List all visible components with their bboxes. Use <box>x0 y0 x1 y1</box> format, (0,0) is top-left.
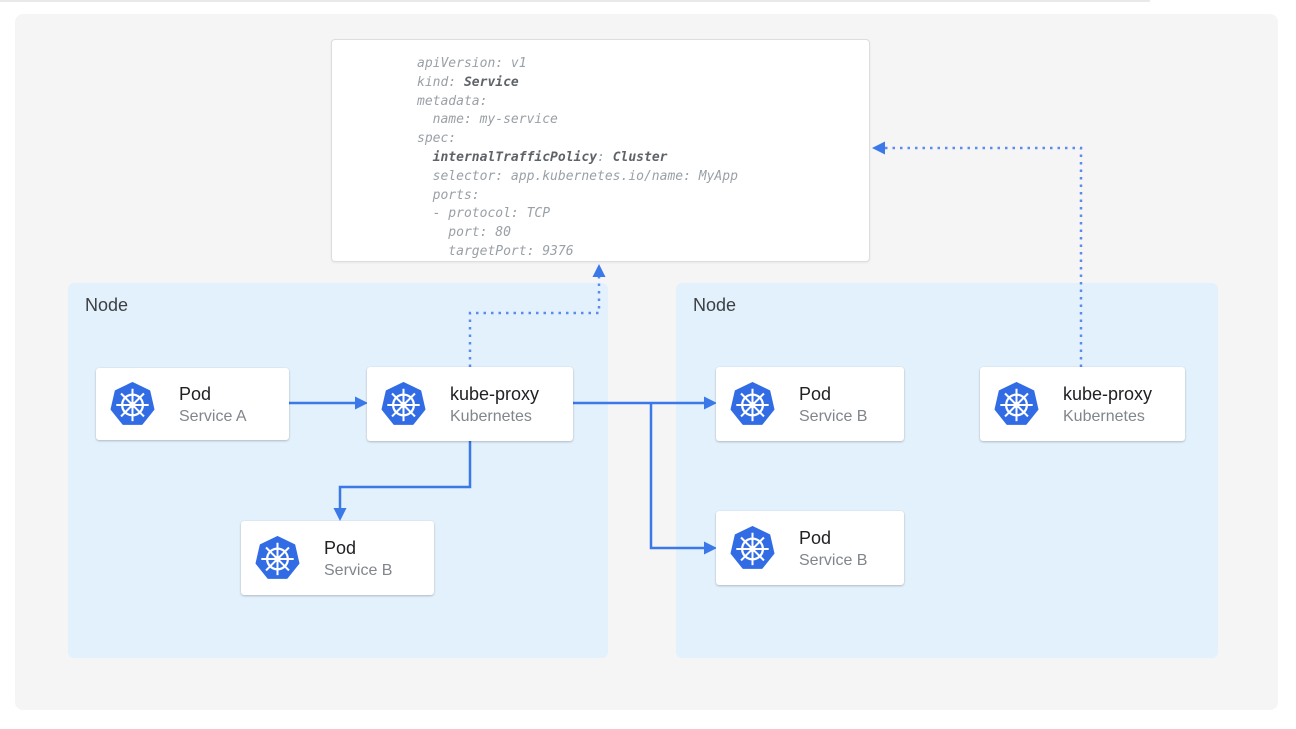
pod-service-a-card: Pod Service A <box>96 368 289 440</box>
pod-service-b-right-bottom-card: Pod Service B <box>716 511 904 585</box>
kube-proxy-right-card: kube-proxy Kubernetes <box>980 367 1185 441</box>
card-subtitle: Service A <box>179 406 247 427</box>
card-title: kube-proxy <box>450 382 539 406</box>
node-left: Node <box>68 283 608 658</box>
yaml-line: metadata: <box>417 93 869 112</box>
card-subtitle: Kubernetes <box>450 406 539 427</box>
card-title: kube-proxy <box>1063 382 1152 406</box>
yaml-line: spec: <box>417 130 869 149</box>
yaml-line: apiVersion: v1 <box>417 55 869 74</box>
card-title: Pod <box>799 526 867 550</box>
kubernetes-icon <box>255 536 300 581</box>
top-divider <box>0 0 1150 2</box>
pod-service-b-right-top-card: Pod Service B <box>716 367 904 441</box>
card-title: Pod <box>799 382 867 406</box>
card-subtitle: Service B <box>324 560 392 581</box>
node-left-label: Node <box>85 295 128 316</box>
card-subtitle: Service B <box>799 406 867 427</box>
card-subtitle: Service B <box>799 550 867 571</box>
kubernetes-icon <box>994 382 1039 427</box>
card-title: Pod <box>324 536 392 560</box>
diagram-canvas: Node Node apiVersion: v1 kind: Service m… <box>0 0 1296 729</box>
yaml-line: - protocol: TCP <box>417 205 869 224</box>
yaml-line: name: my-service <box>417 111 869 130</box>
yaml-line: targetPort: 9376 <box>417 243 869 262</box>
node-right: Node <box>676 283 1218 658</box>
card-subtitle: Kubernetes <box>1063 406 1152 427</box>
kube-proxy-left-card: kube-proxy Kubernetes <box>367 367 573 441</box>
yaml-line: kind: Service <box>417 74 869 93</box>
yaml-line: ports: <box>417 187 869 206</box>
pod-service-b-left-card: Pod Service B <box>241 521 434 595</box>
kubernetes-icon <box>730 526 775 571</box>
yaml-line: selector: app.kubernetes.io/name: MyApp <box>417 168 869 187</box>
node-right-label: Node <box>693 295 736 316</box>
kubernetes-icon <box>110 382 155 427</box>
yaml-line: port: 80 <box>417 224 869 243</box>
kubernetes-icon <box>381 382 426 427</box>
yaml-line-internal-traffic-policy: internalTrafficPolicy: Cluster <box>417 149 869 168</box>
service-yaml-card: apiVersion: v1 kind: Service metadata: n… <box>331 39 870 262</box>
kubernetes-icon <box>730 382 775 427</box>
card-title: Pod <box>179 382 247 406</box>
